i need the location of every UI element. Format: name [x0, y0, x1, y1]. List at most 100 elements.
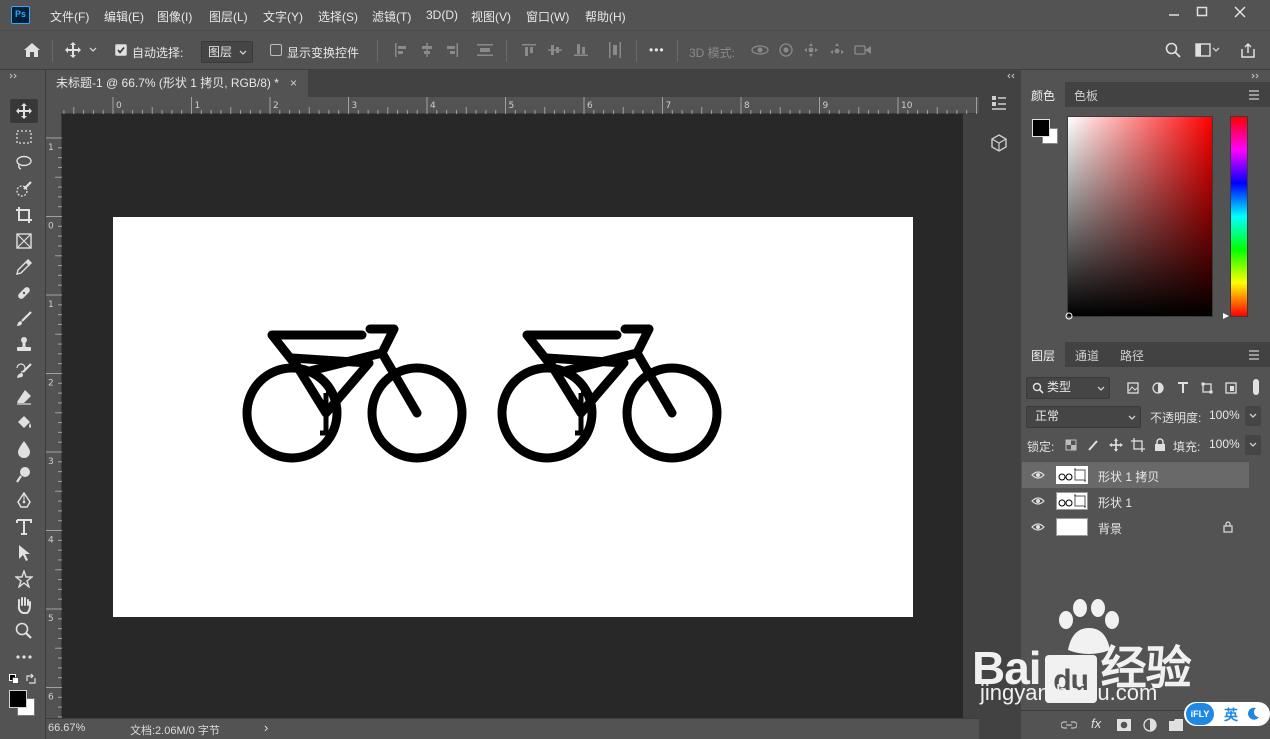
- menu-edit[interactable]: 编辑(E): [104, 8, 144, 25]
- preset-dropdown[interactable]: [86, 39, 100, 61]
- lock-transparent-icon[interactable]: [1065, 439, 1077, 451]
- lock-all-icon[interactable]: [1154, 438, 1166, 452]
- libraries-panel-button[interactable]: [990, 134, 1012, 156]
- document-tab[interactable]: 未标题-1 @ 66.7% (形状 1 拷贝, RGB/8) * ×: [46, 70, 308, 97]
- 3d-camera-button[interactable]: [852, 39, 874, 61]
- 3d-slide-button[interactable]: [826, 39, 848, 61]
- 3d-pan-button[interactable]: [800, 39, 822, 61]
- tab-paths[interactable]: 路径: [1120, 347, 1144, 364]
- align-vcenter-button[interactable]: [544, 39, 566, 61]
- ime-indicator[interactable]: iFLY 英: [1184, 702, 1270, 726]
- healing-brush-tool[interactable]: [10, 281, 38, 305]
- home-button[interactable]: [21, 39, 43, 61]
- layer-filter-dropdown[interactable]: 类型: [1026, 377, 1110, 399]
- layer-row-shape-1-copy[interactable]: 形状 1 拷贝: [1022, 462, 1249, 488]
- color-field[interactable]: [1067, 116, 1213, 317]
- panel-foreground-swatch[interactable]: [1032, 119, 1050, 137]
- panel-menu-icon[interactable]: [1248, 90, 1260, 100]
- align-bottom-button[interactable]: [570, 39, 592, 61]
- quick-selection-tool[interactable]: [10, 177, 38, 201]
- distribute-vertical-button[interactable]: [474, 39, 496, 61]
- menu-3d[interactable]: 3D(D): [426, 8, 458, 22]
- search-button[interactable]: [1162, 39, 1184, 61]
- menu-select[interactable]: 选择(S): [318, 8, 358, 25]
- moon-icon[interactable]: [1246, 707, 1260, 721]
- new-group-icon[interactable]: [1169, 719, 1183, 731]
- opacity-dropdown[interactable]: [1245, 406, 1261, 426]
- photoshop-logo[interactable]: Ps: [11, 6, 30, 24]
- workspace-dropdown[interactable]: [1210, 39, 1222, 61]
- pen-tool[interactable]: [10, 489, 38, 513]
- lasso-tool[interactable]: [10, 151, 38, 175]
- distribute-horizontal-button[interactable]: [604, 39, 626, 61]
- canvas-area[interactable]: [62, 114, 963, 718]
- crop-tool[interactable]: [10, 203, 38, 227]
- lock-position-icon[interactable]: [1109, 438, 1123, 452]
- move-tool[interactable]: [10, 99, 38, 123]
- panel-menu-icon[interactable]: [1248, 350, 1260, 360]
- swap-colors-icon[interactable]: [25, 673, 37, 685]
- close-tab-button[interactable]: ×: [290, 70, 297, 97]
- zoom-level[interactable]: 66.67%: [48, 722, 85, 734]
- maximize-button[interactable]: [1184, 0, 1220, 24]
- fill-input[interactable]: 100%: [1207, 435, 1243, 455]
- tab-color[interactable]: 颜色: [1031, 87, 1055, 104]
- move-tool-preset[interactable]: [62, 39, 84, 61]
- align-top-button[interactable]: [518, 39, 540, 61]
- share-button[interactable]: [1237, 39, 1259, 61]
- layer-row-background[interactable]: 背景: [1022, 514, 1249, 540]
- hue-slider-handle[interactable]: [1222, 312, 1230, 320]
- brush-tool[interactable]: [10, 307, 38, 331]
- custom-shape-tool[interactable]: [10, 567, 38, 591]
- marquee-tool[interactable]: [10, 125, 38, 149]
- eraser-tool[interactable]: [10, 385, 38, 409]
- menu-layer[interactable]: 图层(L): [209, 8, 248, 25]
- close-window-button[interactable]: [1222, 0, 1258, 24]
- properties-panel-button[interactable]: [990, 94, 1012, 116]
- add-layer-style-button[interactable]: fx: [1091, 716, 1101, 731]
- auto-select-target-dropdown[interactable]: 图层: [201, 41, 253, 63]
- ime-language[interactable]: 英: [1224, 705, 1238, 725]
- bicycle-shape-1[interactable]: [247, 329, 462, 458]
- align-left-button[interactable]: [390, 39, 412, 61]
- frame-tool[interactable]: [10, 229, 38, 253]
- menu-filter[interactable]: 滤镜(T): [372, 8, 411, 25]
- hand-tool[interactable]: [10, 593, 38, 617]
- zoom-tool[interactable]: [10, 619, 38, 643]
- more-options-button[interactable]: •••: [649, 43, 665, 57]
- path-selection-tool[interactable]: [10, 541, 38, 565]
- align-right-button[interactable]: [441, 39, 463, 61]
- dodge-tool[interactable]: [10, 463, 38, 487]
- eye-icon[interactable]: [1031, 470, 1045, 480]
- layer-name[interactable]: 形状 1 拷贝: [1098, 468, 1159, 485]
- collapse-dock-icon[interactable]: [1251, 73, 1261, 79]
- show-transform-checkbox[interactable]: [270, 44, 282, 56]
- hue-slider[interactable]: [1230, 116, 1248, 317]
- lock-pixels-icon[interactable]: [1087, 439, 1099, 451]
- auto-select-checkbox[interactable]: [115, 44, 127, 56]
- tab-channels[interactable]: 通道: [1075, 347, 1099, 364]
- menu-window[interactable]: 窗口(W): [526, 8, 569, 25]
- filter-pixel-icon[interactable]: [1127, 382, 1139, 394]
- foreground-color-swatch[interactable]: [9, 690, 27, 708]
- filter-type-icon[interactable]: [1177, 382, 1189, 394]
- menu-file[interactable]: 文件(F): [50, 8, 89, 25]
- menu-help[interactable]: 帮助(H): [585, 8, 626, 25]
- type-tool[interactable]: [10, 515, 38, 539]
- eyedropper-tool[interactable]: [10, 255, 38, 279]
- fill-dropdown[interactable]: [1245, 435, 1261, 455]
- 3d-orbit-button[interactable]: [749, 39, 771, 61]
- filter-shape-icon[interactable]: [1201, 382, 1213, 394]
- align-hcenter-button[interactable]: [416, 39, 438, 61]
- edit-toolbar-button[interactable]: [10, 645, 38, 669]
- history-brush-tool[interactable]: [10, 359, 38, 383]
- ruler-horizontal[interactable]: 0 1 2 3 4 5 6 7 8 9 10: [62, 97, 979, 114]
- document-canvas[interactable]: [113, 217, 913, 617]
- link-layers-icon[interactable]: [1061, 720, 1077, 730]
- lock-artboard-icon[interactable]: [1131, 438, 1145, 452]
- collapse-toolbar-icon[interactable]: [9, 73, 19, 79]
- filter-smart-object-icon[interactable]: [1225, 382, 1237, 394]
- filter-toggle-switch[interactable]: [1253, 379, 1259, 395]
- paint-bucket-tool[interactable]: [10, 411, 38, 435]
- menu-view[interactable]: 视图(V): [471, 8, 511, 25]
